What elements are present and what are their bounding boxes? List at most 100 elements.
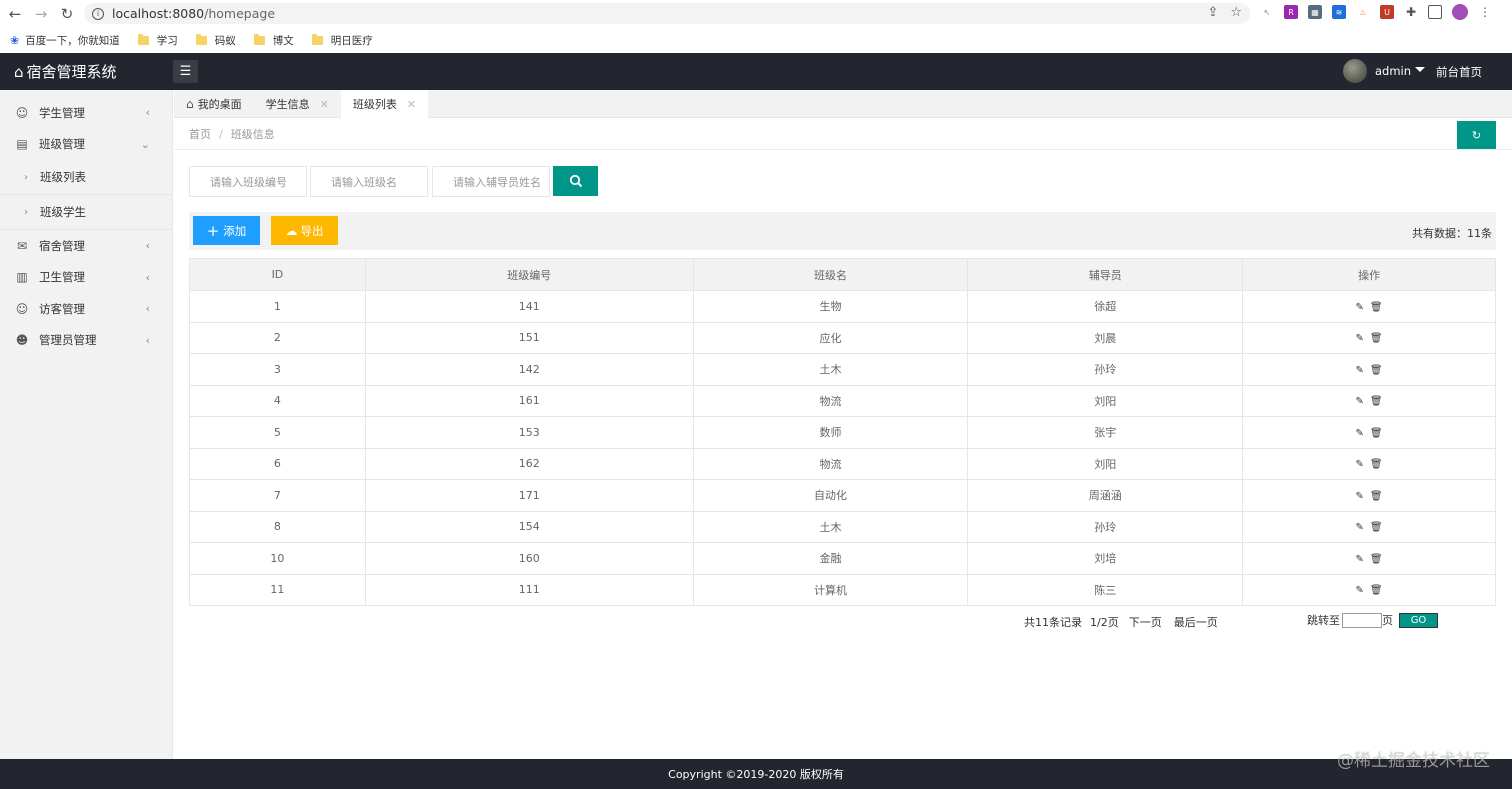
reload-icon[interactable]: ↻ [56,3,78,25]
share-icon[interactable]: ⇪ [1207,5,1218,20]
watermark: @稀土掘金技术社区 [1337,751,1490,771]
trash-icon[interactable]: 🗑 [1370,491,1383,502]
trash-icon[interactable]: 🗑 [1370,333,1383,344]
edit-icon[interactable]: ✎ [1356,522,1364,533]
table-row: 6 162 物流 刘阳 ✎ 🗑 [189,447,1496,480]
edit-icon[interactable]: ✎ [1356,554,1364,565]
trash-icon[interactable]: 🗑 [1370,585,1383,596]
tab-student-info[interactable]: 学生信息 ✕ [254,90,341,118]
extension-icon[interactable]: U [1380,5,1394,19]
sidebar-item-admins[interactable]: ☻ 管理员管理 ‹ [0,325,172,357]
trash-icon[interactable]: 🗑 [1370,522,1383,533]
edit-icon[interactable]: ✎ [1356,428,1364,439]
class-name-input[interactable]: 请输入班级名 [310,166,428,197]
cell-name: 金融 [692,542,969,575]
cell-name: 土木 [692,510,969,543]
sidebar-item-visitors[interactable]: ☺ 访客管理 ‹ [0,293,172,325]
extension-icon[interactable]: ≋ [1332,5,1346,19]
trash-icon[interactable]: 🗑 [1370,428,1383,439]
cell-no: 161 [364,384,694,417]
sidebar-subitem-class-students[interactable]: › 班级学生 [0,195,172,230]
info-icon[interactable]: i [92,7,104,20]
sidepanel-icon[interactable] [1428,5,1442,19]
user-menu[interactable]: admin [1343,59,1426,83]
trash-icon[interactable]: 🗑 [1370,396,1383,407]
table-row: 3 142 土木 孙玲 ✎ 🗑 [189,353,1496,386]
trash-icon[interactable]: 🗑 [1370,554,1383,565]
class-no-input[interactable]: 请输入班级编号 [189,166,307,197]
trash-icon[interactable]: 🗑 [1370,365,1383,376]
breadcrumb-home[interactable]: 首页 [189,128,211,141]
export-button[interactable]: ☁ 导出 [271,216,338,245]
table-row: 5 153 数师 张宇 ✎ 🗑 [189,416,1496,449]
bookmark-baidu[interactable]: ❀ 百度一下，你就知道 [10,33,120,48]
puzzle-icon[interactable]: ✚ [1404,5,1418,19]
counselor-input[interactable]: 请输入辅导员姓名 [432,166,550,197]
front-page-link[interactable]: 前台首页 [1436,64,1482,80]
table-row: 8 154 土木 孙玲 ✎ 🗑 [189,510,1496,543]
bookmark-folder[interactable]: 学习 [137,33,178,48]
extension-icon[interactable]: R [1284,5,1298,19]
bookmark-folder[interactable]: 明日医疗 [311,33,373,48]
sidebar-item-dorms[interactable]: ✉ 宿舍管理 ‹ [0,230,172,262]
go-button[interactable]: GO [1399,612,1438,628]
extension-icon[interactable]: ↖ [1260,5,1274,19]
cell-id: 10 [189,542,366,575]
close-icon[interactable]: ✕ [407,98,416,111]
cell-actions: ✎ 🗑 [1242,384,1496,417]
extension-icon[interactable]: ♨ [1356,5,1370,19]
trash-icon[interactable]: 🗑 [1370,459,1383,470]
baidu-paw-icon: ❀ [10,33,20,47]
forward-icon[interactable]: → [30,3,52,25]
cell-counselor: 孙玲 [967,353,1244,386]
menu-dots-icon[interactable]: ⋮ [1478,5,1492,19]
hamburger-icon: ☰ [179,64,192,79]
back-icon[interactable]: ← [4,3,26,25]
app-logo[interactable]: ⌂ 宿舍管理系统 [14,61,117,82]
cell-name: 生物 [692,290,969,323]
profile-icon[interactable] [1452,4,1468,20]
footer: Copyright ©2019-2020 版权所有 [0,759,1512,789]
extension-icon[interactable]: ▦ [1308,5,1322,19]
menu-toggle-button[interactable]: ☰ [173,60,198,83]
edit-icon[interactable]: ✎ [1356,491,1364,502]
edit-icon[interactable]: ✎ [1356,459,1364,470]
edit-icon[interactable]: ✎ [1356,333,1364,344]
users-icon: ☺ [15,301,29,316]
refresh-button[interactable]: ↻ [1457,121,1496,149]
search-button[interactable] [553,166,598,196]
tab-desktop[interactable]: ⌂ 我的桌面 [174,90,254,118]
col-header-class-name: 班级名 [692,258,969,291]
bookmark-folder[interactable]: 博文 [253,33,294,48]
trash-icon[interactable]: 🗑 [1370,302,1383,313]
cell-counselor: 陈三 [967,573,1244,606]
edit-icon[interactable]: ✎ [1356,302,1364,313]
edit-icon[interactable]: ✎ [1356,396,1364,407]
sidebar-item-classes[interactable]: ▤ 班级管理 ⌄ [0,129,172,161]
cell-counselor: 张宇 [967,416,1244,449]
sidebar-item-hygiene[interactable]: ▥ 卫生管理 ‹ [0,262,172,294]
tab-class-list[interactable]: 班级列表 ✕ [340,90,429,118]
cell-no: 171 [364,479,694,512]
close-icon[interactable]: ✕ [320,98,329,111]
last-page-link[interactable]: 最后一页 [1174,614,1218,630]
address-bar[interactable]: i localhost:8080/homepage ⇪ ☆ [84,3,1250,24]
star-icon[interactable]: ☆ [1230,5,1242,20]
edit-icon[interactable]: ✎ [1356,585,1364,596]
add-button[interactable]: + 添加 [193,216,260,245]
breadcrumb-current: 班级信息 [230,128,275,141]
next-page-link[interactable]: 下一页 [1129,614,1162,630]
cell-name: 物流 [692,447,969,480]
total-count: 共有数据：11条 [1412,227,1492,240]
cell-id: 8 [189,510,366,543]
cell-actions: ✎ 🗑 [1242,353,1496,386]
plus-icon: + [206,221,220,240]
sidebar-item-students[interactable]: ☺ 学生管理 ‹ [0,97,172,129]
edit-icon[interactable]: ✎ [1356,365,1364,376]
sidebar-subitem-class-list[interactable]: › 班级列表 [0,160,172,195]
page-jump-input[interactable] [1342,612,1382,628]
cell-actions: ✎ 🗑 [1242,447,1496,480]
table-row: 11 111 计算机 陈三 ✎ 🗑 [189,573,1496,606]
bookmark-folder[interactable]: 码蚁 [195,33,236,48]
page-unit-label: 页 [1382,614,1393,627]
